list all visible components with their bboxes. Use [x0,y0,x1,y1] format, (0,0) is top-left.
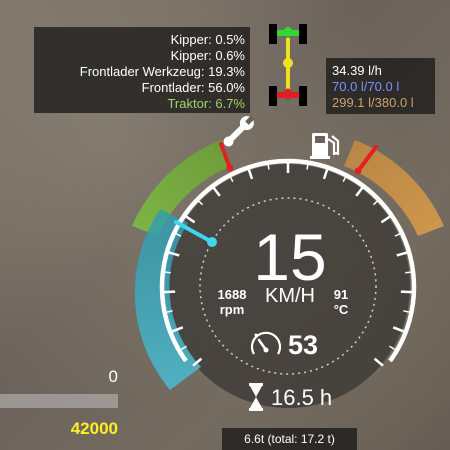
rpm-unit: rpm [219,302,245,317]
mass-panel: 6.6t (total: 17.2 t) [222,428,357,450]
speed-tick [164,271,171,274]
fuel-pump-icon [310,133,340,159]
mass-text: 6.6t (total: 17.2 t) [244,432,335,446]
speed-tick [164,290,176,294]
operating-hours-value: 16.5 h [271,385,333,410]
money-total: 42000 [70,419,118,438]
speed-value: 15 [253,220,327,294]
wrench-icon [223,115,255,147]
speed-tick [267,163,270,170]
money-current: 0 [108,367,118,386]
rpm-value: 1688 [217,287,247,302]
speed-tick [306,163,309,170]
cruise-speed-value: 53 [288,330,319,360]
speedometer-gauge [132,115,444,411]
speed-tick [400,290,412,294]
speed-tick [405,271,412,274]
temperature-unit: °C [333,302,349,317]
speed-unit: KM/H [265,285,315,307]
money-progress-bar [0,394,118,408]
temperature-value: 91 [333,287,349,302]
